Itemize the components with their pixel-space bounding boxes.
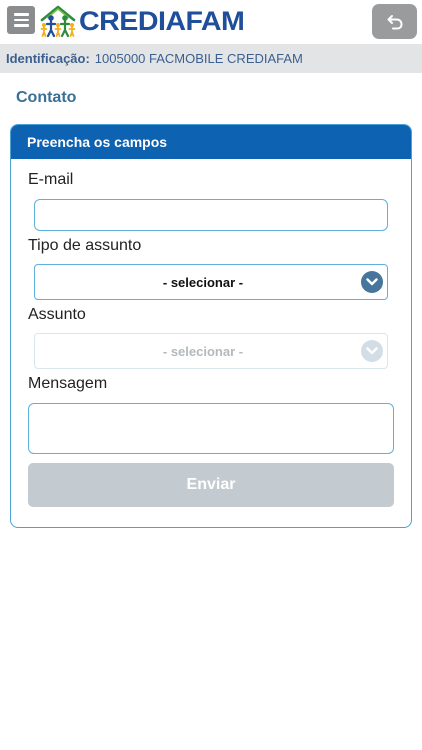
subject-select[interactable]: - selecionar - bbox=[34, 333, 388, 369]
panel-header: Preencha os campos bbox=[11, 125, 411, 159]
subject-type-select[interactable]: - selecionar - bbox=[34, 264, 388, 300]
subject-selected-value: - selecionar - bbox=[162, 343, 244, 359]
brand-name: CREDIAFAM bbox=[79, 6, 245, 36]
brand-logo: CREDIAFAM bbox=[39, 4, 245, 38]
subject-label: Assunto bbox=[28, 306, 86, 323]
message-label: Mensagem bbox=[28, 375, 108, 392]
chevron-down-icon bbox=[361, 271, 383, 293]
top-bar: CREDIAFAM bbox=[0, 0, 422, 44]
back-button[interactable] bbox=[372, 4, 417, 39]
identification-label: Identificação: bbox=[6, 51, 90, 66]
chevron-down-icon bbox=[361, 340, 383, 362]
identification-value: 1005000 FACMOBILE CREDIAFAM bbox=[94, 51, 303, 66]
contact-form-panel: Preencha os campos E-mail Tipo de assunt… bbox=[10, 124, 412, 528]
menu-button[interactable] bbox=[7, 6, 35, 34]
identification-bar: Identificação: 1005000 FACMOBILE CREDIAF… bbox=[0, 44, 422, 73]
undo-arrow-icon bbox=[387, 14, 403, 29]
subject-type-selected-value: - selecionar - bbox=[162, 274, 244, 290]
email-label: E-mail bbox=[28, 171, 74, 188]
hamburger-menu-icon bbox=[13, 13, 29, 16]
page-title: Contato bbox=[16, 89, 77, 106]
email-field[interactable] bbox=[34, 199, 388, 231]
subject-type-label: Tipo de assunto bbox=[28, 237, 142, 254]
submit-button[interactable]: Enviar bbox=[28, 463, 394, 507]
family-logo-icon bbox=[40, 5, 76, 38]
message-field[interactable] bbox=[28, 403, 394, 454]
